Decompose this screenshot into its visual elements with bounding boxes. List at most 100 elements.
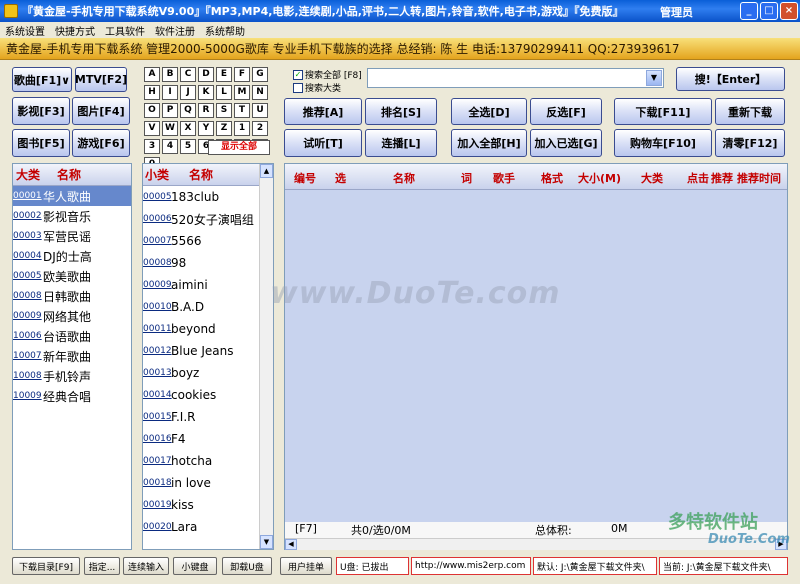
category-row[interactable]: 00003 军营民谣 xyxy=(13,226,131,246)
subcategory-row[interactable]: 00005 183club xyxy=(143,186,273,208)
maximize-icon[interactable]: □ xyxy=(760,2,778,20)
key-2[interactable]: 2 xyxy=(252,121,268,136)
invert-selection-button[interactable]: 反选[F] xyxy=(530,98,602,125)
category-row[interactable]: 00002 影视音乐 xyxy=(13,206,131,226)
video-button[interactable]: 影视[F3] xyxy=(12,97,70,125)
picture-button[interactable]: 图片[F4] xyxy=(72,97,130,125)
redownload-button[interactable]: 重新下载 xyxy=(715,98,785,125)
subcategory-row[interactable]: 00014 cookies xyxy=(143,384,273,406)
book-button[interactable]: 图书[F5] xyxy=(12,129,70,157)
key-n[interactable]: N xyxy=(252,85,268,100)
menu-system-settings[interactable]: 系统设置 xyxy=(0,23,50,38)
key-r[interactable]: R xyxy=(198,103,214,118)
close-icon[interactable]: × xyxy=(780,2,798,20)
key-z[interactable]: Z xyxy=(216,121,232,136)
add-selected-button[interactable]: 加入已选[G] xyxy=(530,129,602,157)
key-k[interactable]: K xyxy=(198,85,214,100)
subcategory-row[interactable]: 00019 kiss xyxy=(143,494,273,516)
continuous-play-button[interactable]: 连播[L] xyxy=(365,129,437,157)
results-body[interactable] xyxy=(285,190,787,522)
add-all-button[interactable]: 加入全部[H] xyxy=(451,129,527,157)
key-m[interactable]: M xyxy=(234,85,250,100)
subcategory-row[interactable]: 00020 Lara xyxy=(143,516,273,538)
rank-button[interactable]: 排名[S] xyxy=(365,98,437,125)
subcategory-row[interactable]: 00007 5566 xyxy=(143,230,273,252)
key-a[interactable]: A xyxy=(144,67,160,82)
key-t[interactable]: T xyxy=(234,103,250,118)
subcategory-row[interactable]: 00011 beyond xyxy=(143,318,273,340)
key-j[interactable]: J xyxy=(180,85,196,100)
keypad-button[interactable]: 小键盘 xyxy=(173,557,217,575)
user-order-button[interactable]: 用户挂单 xyxy=(280,557,332,575)
category-row[interactable]: 00005 欧美歌曲 xyxy=(13,266,131,286)
select-all-button[interactable]: 全选[D] xyxy=(451,98,527,125)
category-row[interactable]: 10007 新年歌曲 xyxy=(13,346,131,366)
key-5[interactable]: 5 xyxy=(180,139,196,154)
key-h[interactable]: H xyxy=(144,85,160,100)
key-s[interactable]: S xyxy=(216,103,232,118)
category-row[interactable]: 00008 日韩歌曲 xyxy=(13,286,131,306)
key-l[interactable]: L xyxy=(216,85,232,100)
key-w[interactable]: W xyxy=(162,121,178,136)
key-p[interactable]: P xyxy=(162,103,178,118)
menu-shortcuts[interactable]: 快捷方式 xyxy=(50,23,100,38)
download-button[interactable]: 下载[F11] xyxy=(614,98,712,125)
cart-button[interactable]: 购物车[F10] xyxy=(614,129,712,157)
category-row[interactable]: 10008 手机铃声 xyxy=(13,366,131,386)
subcategory-row[interactable]: 00006 520女子演唱组 xyxy=(143,208,273,230)
key-i[interactable]: I xyxy=(162,85,178,100)
key-u[interactable]: U xyxy=(252,103,268,118)
clear-button[interactable]: 清零[F12] xyxy=(715,129,785,157)
continuous-input-button[interactable]: 连续输入 xyxy=(123,557,169,575)
key-g[interactable]: G xyxy=(252,67,268,82)
subcategory-row[interactable]: 00009 aimini xyxy=(143,274,273,296)
menu-tools[interactable]: 工具软件 xyxy=(100,23,150,38)
vertical-scrollbar[interactable]: ▲ ▼ xyxy=(259,164,273,549)
chevron-down-icon[interactable]: ▼ xyxy=(646,70,662,86)
mtv-button[interactable]: MTV[F2] xyxy=(75,67,127,92)
scroll-up-icon[interactable]: ▲ xyxy=(260,164,273,178)
scroll-left-icon[interactable]: ◀ xyxy=(285,539,297,550)
show-all-button[interactable]: 显示全部 xyxy=(208,140,270,155)
subcategory-row[interactable]: 00012 Blue Jeans xyxy=(143,340,273,362)
subcategory-row[interactable]: 00013 boyz xyxy=(143,362,273,384)
game-button[interactable]: 游戏[F6] xyxy=(72,129,130,157)
key-v[interactable]: V xyxy=(144,121,160,136)
subcategory-row[interactable]: 00018 in love xyxy=(143,472,273,494)
key-q[interactable]: Q xyxy=(180,103,196,118)
category-row[interactable]: 00001 华人歌曲 xyxy=(13,186,131,206)
key-3[interactable]: 3 xyxy=(144,139,160,154)
music-button[interactable]: 歌曲[F1]∨ xyxy=(12,67,72,92)
key-f[interactable]: F xyxy=(234,67,250,82)
subcategory-row[interactable]: 00008 98 xyxy=(143,252,273,274)
search-button[interactable]: 搜!【Enter】 xyxy=(676,67,785,91)
unmount-usb-button[interactable]: 卸载U盘 xyxy=(222,557,272,575)
key-x[interactable]: X xyxy=(180,121,196,136)
category-row[interactable]: 10006 台语歌曲 xyxy=(13,326,131,346)
menu-register[interactable]: 软件注册 xyxy=(150,23,200,38)
preview-button[interactable]: 试听[T] xyxy=(284,129,362,157)
search-category-checkbox[interactable]: 搜索大类 xyxy=(293,81,341,94)
assign-button[interactable]: 指定... xyxy=(84,557,120,575)
category-row[interactable]: 00004 DJ的士高 xyxy=(13,246,131,266)
subcategory-row[interactable]: 00015 F.I.R xyxy=(143,406,273,428)
download-dir-button[interactable]: 下载目录[F9] xyxy=(12,557,80,575)
search-all-checkbox[interactable]: ✓ 搜索全部 [F8] xyxy=(293,68,362,81)
key-y[interactable]: Y xyxy=(198,121,214,136)
key-b[interactable]: B xyxy=(162,67,178,82)
subcategory-row[interactable]: 00016 F4 xyxy=(143,428,273,450)
menu-help[interactable]: 系统帮助 xyxy=(200,23,250,38)
recommend-button[interactable]: 推荐[A] xyxy=(284,98,362,125)
category-row[interactable]: 00009 网络其他 xyxy=(13,306,131,326)
scroll-down-icon[interactable]: ▼ xyxy=(260,535,273,549)
category-row[interactable]: 10009 经典合唱 xyxy=(13,386,131,406)
search-input[interactable]: ▼ xyxy=(367,68,664,88)
key-4[interactable]: 4 xyxy=(162,139,178,154)
key-e[interactable]: E xyxy=(216,67,232,82)
key-c[interactable]: C xyxy=(180,67,196,82)
subcategory-row[interactable]: 00010 B.A.D xyxy=(143,296,273,318)
minimize-icon[interactable]: _ xyxy=(740,2,758,20)
key-d[interactable]: D xyxy=(198,67,214,82)
key-o[interactable]: O xyxy=(144,103,160,118)
subcategory-row[interactable]: 00017 hotcha xyxy=(143,450,273,472)
